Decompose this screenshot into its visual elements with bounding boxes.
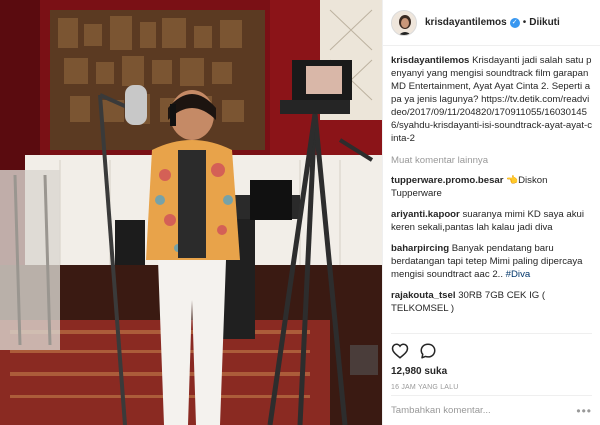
header-username-link[interactable]: krisdayantilemos <box>425 17 507 28</box>
more-options-icon[interactable]: ••• <box>576 404 592 418</box>
comment-item: ariyanti.kapoor suaranya mimi KD saya ak… <box>391 208 592 234</box>
comment-username-link[interactable]: ariyanti.kapoor <box>391 209 460 220</box>
post-timestamp[interactable]: 16 JAM YANG LALU <box>391 384 592 391</box>
avatar[interactable] <box>391 9 417 36</box>
comment-username-link[interactable]: tupperware.promo.besar <box>391 175 504 186</box>
comment-item: tupperware.promo.besar 👈Diskon Tupperwar… <box>391 174 592 200</box>
comment-username-link[interactable]: rajakouta_tsel <box>391 290 456 301</box>
comment-item: baharpircing Banyak pendatang baru berda… <box>391 242 592 281</box>
post-caption: krisdayantilemos Krisdayanti jadi salah … <box>391 54 592 145</box>
action-icons <box>391 340 592 362</box>
avatar-image <box>392 10 416 35</box>
comment-bubble-icon[interactable] <box>419 342 437 360</box>
instagram-post: krisdayantilemos ✓ • Diikuti krisdayanti… <box>0 0 600 425</box>
studio-photo-illustration <box>0 0 382 425</box>
heart-icon[interactable] <box>391 342 409 360</box>
verified-badge-icon: ✓ <box>509 17 520 28</box>
comment-username-link[interactable]: baharpircing <box>391 243 449 254</box>
load-more-comments-button[interactable]: Muat komentar lainnya <box>391 155 592 166</box>
comment-item: rajakouta_tsel 30RB 7GB CEK IG ( TELKOMS… <box>391 289 592 315</box>
post-side-panel: krisdayantilemos ✓ • Diikuti krisdayanti… <box>382 0 600 425</box>
caption-username-link[interactable]: krisdayantilemos <box>391 55 469 66</box>
likes-count[interactable]: 12,980 suka <box>391 366 592 377</box>
post-header: krisdayantilemos ✓ • Diikuti <box>383 0 600 46</box>
separator-dot: • <box>522 17 527 28</box>
add-comment-bar: Tambahkan komentar... ••• <box>391 395 592 425</box>
caption-text: Krisdayanti jadi salah satu penyanyi yan… <box>391 55 592 144</box>
comments-list: krisdayantilemos Krisdayanti jadi salah … <box>391 54 592 326</box>
add-comment-input[interactable]: Tambahkan komentar... <box>391 405 491 416</box>
post-photo[interactable] <box>0 0 382 425</box>
hashtag-link[interactable]: #Diva <box>506 269 531 280</box>
post-actions: 12,980 suka 16 JAM YANG LALU <box>391 333 592 391</box>
following-status-button[interactable]: Diikuti <box>529 17 560 28</box>
